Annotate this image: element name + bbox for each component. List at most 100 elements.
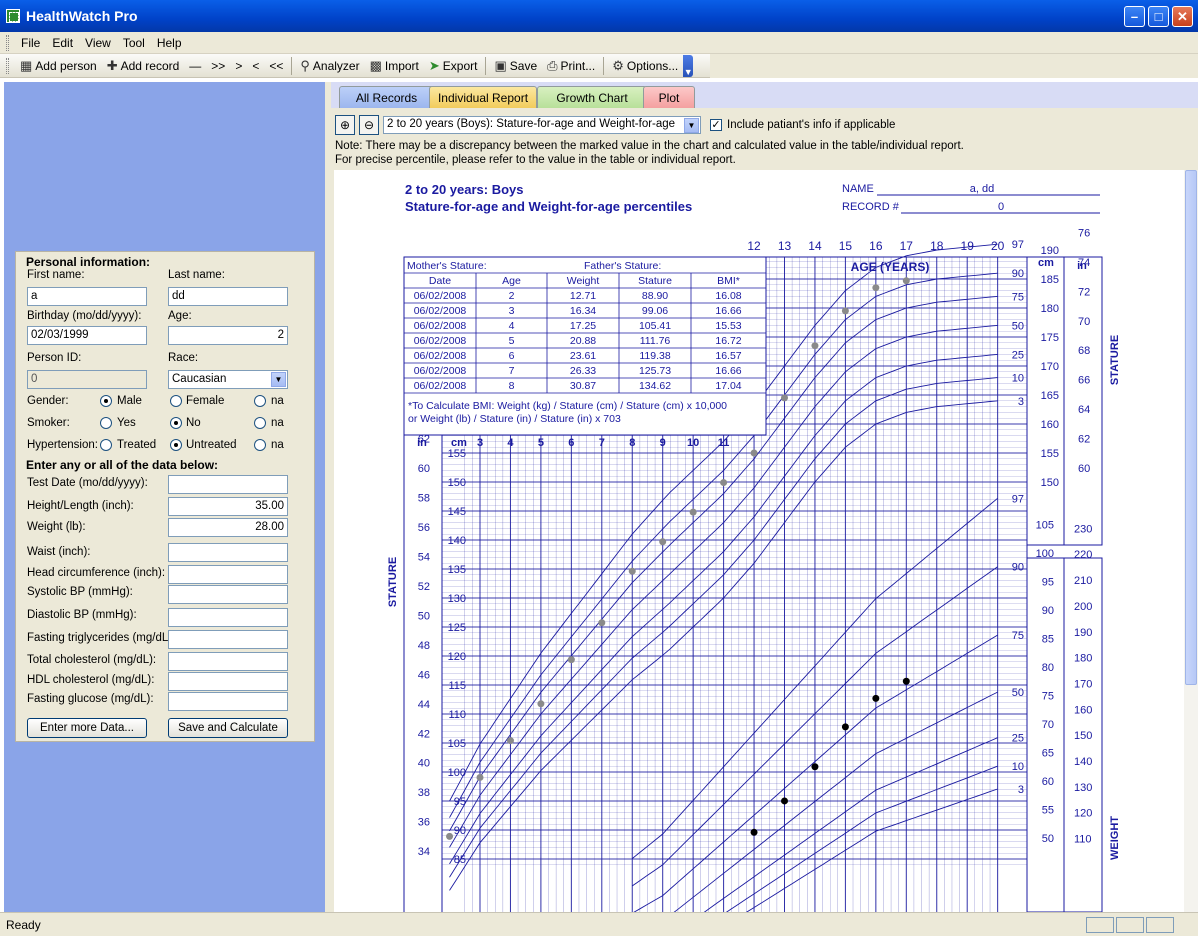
stature-cm-tick: 170 (1041, 361, 1059, 373)
smoker-no-radio[interactable] (170, 417, 182, 429)
gender-male-radio[interactable] (100, 395, 112, 407)
enter-more-data-button[interactable]: Enter more Data... (27, 718, 147, 738)
menu-tool[interactable]: Tool (117, 36, 151, 50)
birthday-input[interactable]: 02/03/1999 (27, 326, 147, 345)
magnifier-icon: ⚲ (300, 57, 310, 73)
total-cholesterol-input[interactable] (168, 652, 288, 671)
import-button[interactable]: ▩ Import (365, 55, 424, 77)
hyper-treated-radio[interactable] (100, 439, 112, 451)
menu-edit[interactable]: Edit (46, 36, 79, 50)
weight-lb-tick: 160 (1074, 704, 1092, 716)
menu-help[interactable]: Help (151, 36, 188, 50)
minimize-button[interactable]: – (1124, 6, 1145, 27)
personal-info-heading: Personal information: (26, 255, 151, 269)
menu-file[interactable]: File (15, 36, 46, 50)
hyper-untreated-radio[interactable] (170, 439, 182, 451)
include-info-label[interactable]: Include patiant's info if applicable (727, 119, 895, 131)
chevron-down-icon[interactable]: ▼ (271, 372, 286, 387)
head-circ-input[interactable] (168, 565, 288, 584)
last-record-button[interactable]: << (264, 55, 288, 77)
systolic-input[interactable] (168, 585, 288, 604)
include-info-checkbox[interactable]: ✓ (710, 119, 722, 131)
maximize-button[interactable]: □ (1148, 6, 1169, 27)
smoker-label: Smoker: (27, 417, 70, 429)
first-record-button[interactable]: >> (206, 55, 230, 77)
diastolic-label: Diastolic BP (mmHg): (27, 609, 137, 621)
age-tick-mid: 4 (507, 437, 514, 449)
stature-cm-tick-left: 110 (448, 709, 466, 721)
weight-kg-tick: 100 (1036, 548, 1054, 560)
toolbar-separator (485, 56, 487, 75)
tab-growth-chart[interactable]: Growth Chart (537, 86, 647, 108)
save-and-calculate-button[interactable]: Save and Calculate (168, 718, 288, 738)
hdl-input[interactable] (168, 672, 288, 691)
close-button[interactable]: ✕ (1172, 6, 1193, 27)
gender-male-label[interactable]: Male (117, 395, 142, 407)
smoker-na-label[interactable]: na (271, 417, 284, 429)
gender-na-radio[interactable] (254, 395, 266, 407)
stature-data-point (446, 832, 454, 840)
analyzer-label: Analyzer (312, 58, 360, 73)
toolbar-grip[interactable] (6, 57, 9, 74)
smoker-no-label[interactable]: No (186, 417, 201, 429)
save-button[interactable]: ▣ Save (489, 55, 542, 77)
stature-in-tick: 68 (1078, 345, 1090, 357)
stature-in-tick-left: 46 (418, 669, 430, 681)
hyper-treated-label[interactable]: Treated (117, 439, 156, 451)
race-select[interactable]: Caucasian ▼ (168, 370, 288, 389)
next-record-button[interactable]: > (230, 55, 247, 77)
height-input[interactable]: 35.00 (168, 497, 288, 516)
chevron-down-icon[interactable]: ▼ (684, 118, 699, 133)
status-panel (1116, 917, 1144, 933)
tab-all-records[interactable]: All Records (339, 86, 434, 108)
zoom-in-icon[interactable]: ⊕ (335, 115, 355, 135)
smoker-yes-label[interactable]: Yes (117, 417, 136, 429)
export-button[interactable]: ➤ Export (424, 55, 483, 77)
toolbar-overflow-button[interactable]: ▼ (683, 54, 694, 77)
tab-plot[interactable]: Plot (643, 86, 695, 108)
waist-input[interactable] (168, 543, 288, 562)
stature-cm-tick-left: 120 (448, 651, 466, 663)
table-cell: 06/02/2008 (414, 380, 467, 392)
analyzer-button[interactable]: ⚲ Analyzer (295, 55, 364, 77)
chart-type-select[interactable]: 2 to 20 years (Boys): Stature-for-age an… (383, 116, 701, 134)
glucose-input[interactable] (168, 692, 288, 711)
add-person-button[interactable]: ▦ Add person (15, 55, 102, 77)
table-cell: 17.25 (570, 320, 596, 332)
first-name-input[interactable]: a (27, 287, 147, 306)
weight-input[interactable]: 28.00 (168, 518, 288, 537)
zoom-out-icon[interactable]: ⊖ (359, 115, 379, 135)
hyper-untreated-label[interactable]: Untreated (186, 439, 237, 451)
stature-in-tick: 62 (1078, 434, 1090, 446)
add-record-button[interactable]: ✚ Add record (102, 55, 185, 77)
menu-grip[interactable] (6, 34, 9, 51)
hyper-na-label[interactable]: na (271, 439, 284, 451)
last-name-input[interactable]: dd (168, 287, 288, 306)
gender-na-label[interactable]: na (271, 395, 284, 407)
delete-record-button[interactable]: — (184, 55, 206, 77)
height-label: Height/Length (inch): (27, 500, 134, 512)
table-cell: 06/02/2008 (414, 365, 467, 377)
tab-strip: All Records Individual Report Growth Cha… (331, 82, 1198, 108)
hyper-na-radio[interactable] (254, 439, 266, 451)
age-input[interactable]: 2 (168, 326, 288, 345)
weight-kg-tick: 85 (1042, 634, 1054, 646)
hypertension-label: Hypertension: (27, 439, 98, 451)
triglycerides-input[interactable] (168, 630, 288, 649)
age-tick-mid: 5 (538, 437, 544, 449)
stature-cm-tick: 165 (1041, 390, 1059, 402)
prev-record-button[interactable]: < (247, 55, 264, 77)
gender-female-label[interactable]: Female (186, 395, 224, 407)
scrollbar-thumb[interactable] (1185, 170, 1197, 685)
test-date-input[interactable] (168, 475, 288, 494)
gender-female-radio[interactable] (170, 395, 182, 407)
menu-view[interactable]: View (79, 36, 117, 50)
smoker-yes-radio[interactable] (100, 417, 112, 429)
smoker-na-radio[interactable] (254, 417, 266, 429)
options-button[interactable]: ⚙ Options... (607, 55, 683, 77)
tab-individual-report[interactable]: Individual Report (429, 86, 537, 108)
stature-in-tick-left: 34 (418, 846, 430, 858)
vertical-scrollbar[interactable] (1184, 170, 1198, 912)
diastolic-input[interactable] (168, 608, 288, 627)
print-button[interactable]: ⎙ Print... (542, 55, 600, 77)
